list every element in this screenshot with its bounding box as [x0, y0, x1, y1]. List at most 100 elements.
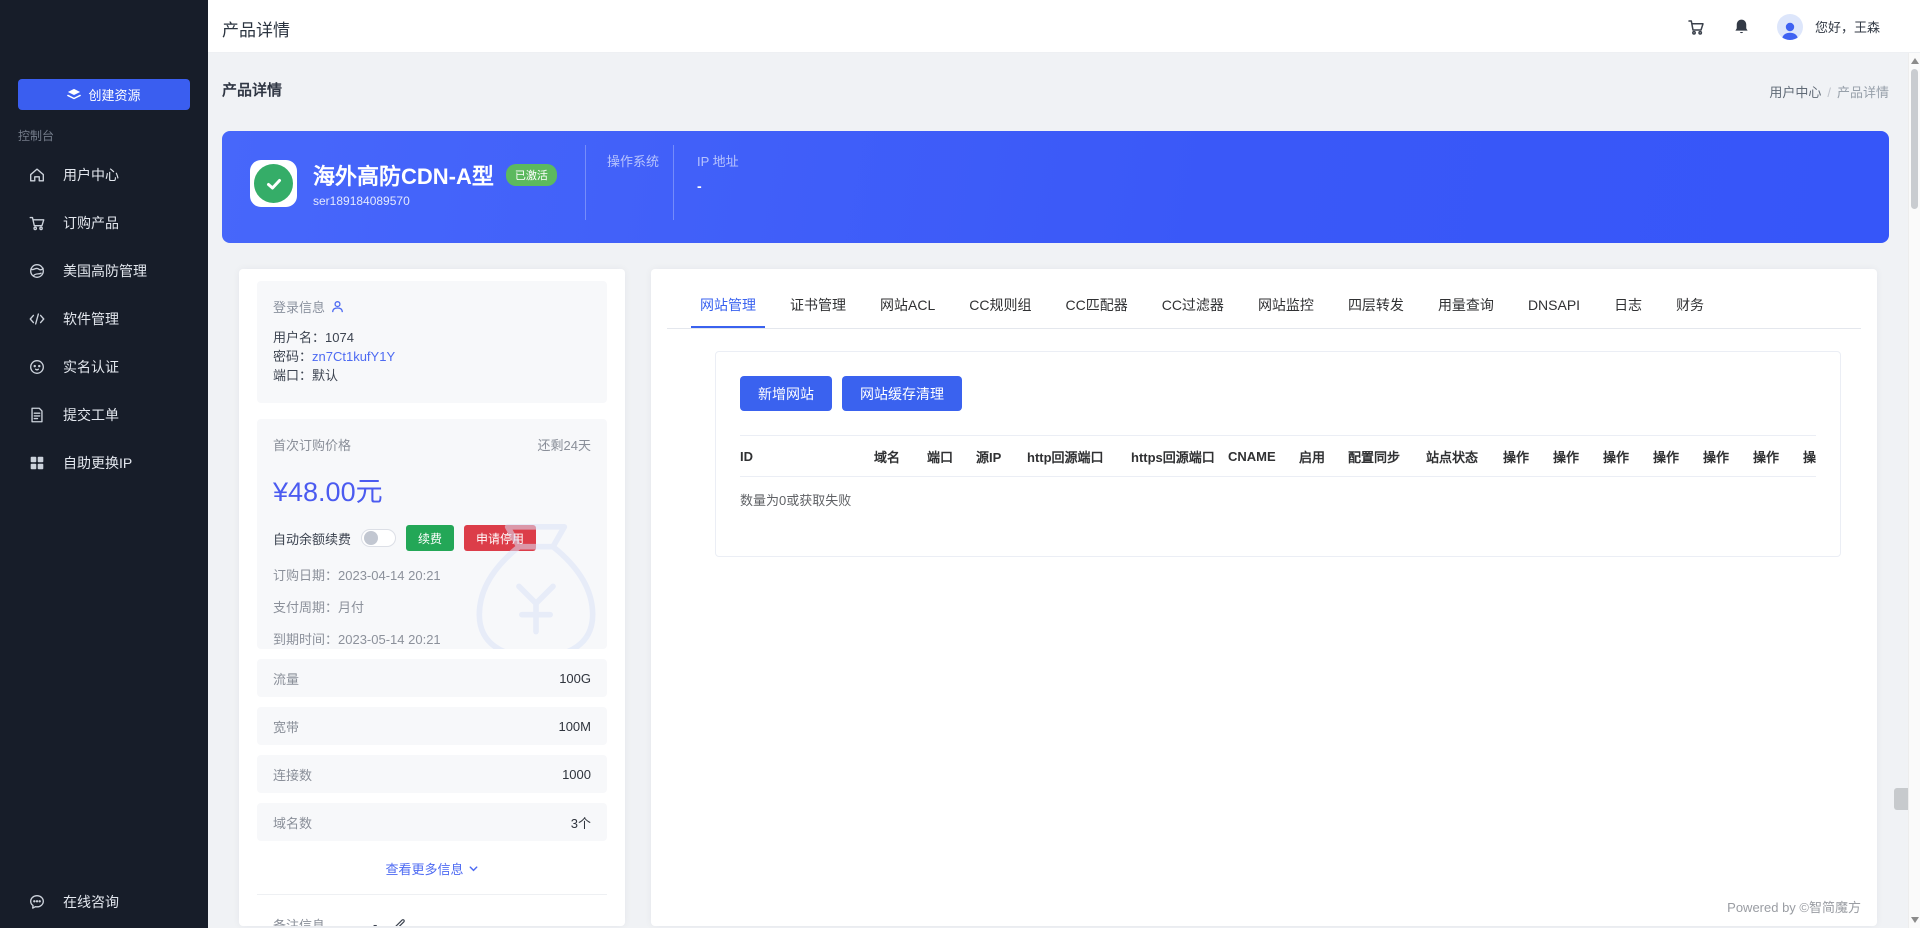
col-enabled: 启用 — [1299, 447, 1348, 466]
person-icon — [1779, 20, 1801, 40]
os-field-label: 操作系统 — [607, 151, 659, 170]
tab-layer4-forward[interactable]: 四层转发 — [1331, 289, 1421, 328]
tab-dnsapi[interactable]: DNSAPI — [1511, 289, 1597, 328]
sidebar-item-label: 在线咨询 — [63, 892, 119, 912]
chat-icon — [28, 893, 46, 911]
breadcrumb: 用户中心/产品详情 — [1769, 82, 1889, 101]
col-port: 端口 — [927, 447, 976, 466]
col-site-status: 站点状态 — [1426, 447, 1503, 466]
sidebar-item-change-ip[interactable]: 自助更换IP — [0, 439, 208, 487]
vertical-scrollbar[interactable] — [1908, 53, 1920, 928]
sidebar-item-label: 软件管理 — [63, 309, 119, 329]
user-greeting[interactable]: 您好，王森 — [1815, 17, 1880, 36]
page-title: 产品详情 — [222, 79, 282, 100]
site-table-box: 新增网站 网站缓存清理 ID 域名 端口 源IP http回源端口 https回… — [715, 351, 1841, 557]
login-row-username: 用户名：1074 — [273, 330, 591, 346]
check-circle-icon — [254, 164, 293, 203]
col-https-port: https回源端口 — [1131, 447, 1228, 466]
auto-renew-toggle[interactable] — [361, 529, 396, 547]
document-icon — [28, 406, 46, 424]
sidebar-item-label: 提交工单 — [63, 405, 119, 425]
login-info-panel: 登录信息 用户名：1074 密码：zn7Ct1kufY1Y 端口：默认 — [257, 281, 607, 403]
col-config-sync: 配置同步 — [1348, 447, 1426, 466]
col-action: 操作 — [1753, 447, 1803, 466]
sidebar-item-software[interactable]: 软件管理 — [0, 295, 208, 343]
sidebar-item-label: 订购产品 — [63, 213, 119, 233]
sidebar-item-order-product[interactable]: 订购产品 — [0, 199, 208, 247]
code-icon — [28, 310, 46, 328]
product-info-card: 登录信息 用户名：1074 密码：zn7Ct1kufY1Y 端口：默认 首次订购… — [239, 269, 625, 926]
sidebar-item-user-center[interactable]: 用户中心 — [0, 151, 208, 199]
tab-cc-rules[interactable]: CC规则组 — [952, 289, 1048, 328]
product-serial: ser189184089570 — [313, 194, 410, 208]
sidebar-item-real-name[interactable]: 实名认证 — [0, 343, 208, 391]
col-action: 操作 — [1603, 447, 1653, 466]
topbar: 产品详情 您好，王森 — [208, 0, 1920, 53]
breadcrumb-separator: / — [1827, 85, 1831, 100]
globe-icon — [28, 262, 46, 280]
scrollbar-thumb[interactable] — [1911, 69, 1918, 209]
clear-cache-button[interactable]: 网站缓存清理 — [842, 376, 962, 411]
ip-field-label: IP 地址 — [697, 151, 739, 170]
table-empty-text: 数量为0或获取失败 — [740, 477, 1816, 533]
sidebar-item-ticket[interactable]: 提交工单 — [0, 391, 208, 439]
status-badge: 已激活 — [506, 164, 557, 186]
app-root: 创建资源 控制台 用户中心 订购产品 美国高防管理 软件管理 实名认证 — [0, 0, 1920, 928]
create-resource-button[interactable]: 创建资源 — [18, 79, 190, 110]
tab-logs[interactable]: 日志 — [1597, 289, 1659, 328]
tab-cc-matcher[interactable]: CC匹配器 — [1048, 289, 1144, 328]
password-value-link[interactable]: zn7Ct1kufY1Y — [312, 349, 395, 364]
sidebar-item-label: 实名认证 — [63, 357, 119, 377]
renew-button[interactable]: 续费 — [406, 525, 454, 551]
col-cname: CNAME — [1228, 449, 1299, 464]
breadcrumb-parent[interactable]: 用户中心 — [1769, 85, 1821, 100]
remark-row: 备注信息 - — [257, 894, 607, 926]
tab-certificate[interactable]: 证书管理 — [773, 289, 863, 328]
sidebar-item-label: 自助更换IP — [63, 453, 132, 473]
sidebar-item-online-support[interactable]: 在线咨询 — [0, 878, 208, 926]
login-row-password: 密码：zn7Ct1kufY1Y — [273, 349, 591, 365]
sidebar-item-label: 用户中心 — [63, 165, 119, 185]
col-action: 操作 — [1503, 447, 1553, 466]
layers-icon — [67, 88, 81, 102]
col-action: 操作 — [1803, 447, 1816, 466]
product-title: 海外高防CDN-A型 — [313, 159, 494, 191]
sidebar-item-us-defense[interactable]: 美国高防管理 — [0, 247, 208, 295]
scroll-down-arrow[interactable] — [1911, 917, 1919, 923]
col-http-port: http回源端口 — [1027, 447, 1131, 466]
topbar-actions: 您好，王森 — [1686, 0, 1880, 53]
expire-date-row: 到期时间：2023-05-14 20:21 — [273, 629, 591, 648]
bell-icon[interactable] — [1732, 17, 1751, 37]
view-more-link[interactable]: 查看更多信息 — [239, 859, 625, 878]
tab-site-acl[interactable]: 网站ACL — [863, 289, 952, 328]
grid-icon — [28, 454, 46, 472]
sidebar-item-label: 美国高防管理 — [63, 261, 147, 281]
topbar-title: 产品详情 — [222, 16, 290, 41]
col-source-ip: 源IP — [976, 447, 1027, 466]
tab-bar: 网站管理 证书管理 网站ACL CC规则组 CC匹配器 CC过滤器 网站监控 四… — [667, 289, 1861, 329]
create-resource-label: 创建资源 — [88, 85, 140, 104]
tab-site-monitor[interactable]: 网站监控 — [1241, 289, 1331, 328]
login-info-title: 登录信息 — [273, 297, 325, 316]
person-icon — [331, 300, 344, 313]
tab-site-management[interactable]: 网站管理 — [683, 289, 773, 328]
banner-divider — [673, 145, 674, 220]
tab-finance[interactable]: 财务 — [1659, 289, 1721, 328]
avatar[interactable] — [1777, 14, 1803, 40]
content: 产品详情 用户中心/产品详情 海外高防CDN-A型 已激活 ser1891840… — [208, 53, 1908, 928]
spec-row-connections: 连接数1000 — [257, 755, 607, 793]
sidebar: 创建资源 控制台 用户中心 订购产品 美国高防管理 软件管理 实名认证 — [0, 0, 208, 928]
cart-icon[interactable] — [1686, 17, 1706, 37]
spec-row-domains: 域名数3个 — [257, 803, 607, 841]
remaining-days: 还剩24天 — [538, 435, 591, 454]
stop-service-button[interactable]: 申请停用 — [464, 525, 536, 551]
add-site-button[interactable]: 新增网站 — [740, 376, 832, 411]
scroll-up-arrow[interactable] — [1911, 58, 1919, 64]
tab-usage-query[interactable]: 用量查询 — [1421, 289, 1511, 328]
remark-label: 备注信息 — [273, 915, 325, 926]
pencil-icon[interactable] — [393, 918, 406, 926]
home-icon — [28, 166, 46, 184]
order-date-row: 订购日期：2023-04-14 20:21 — [273, 565, 591, 584]
tab-cc-filter[interactable]: CC过滤器 — [1145, 289, 1241, 328]
spec-row-bandwidth: 宽带100M — [257, 707, 607, 745]
